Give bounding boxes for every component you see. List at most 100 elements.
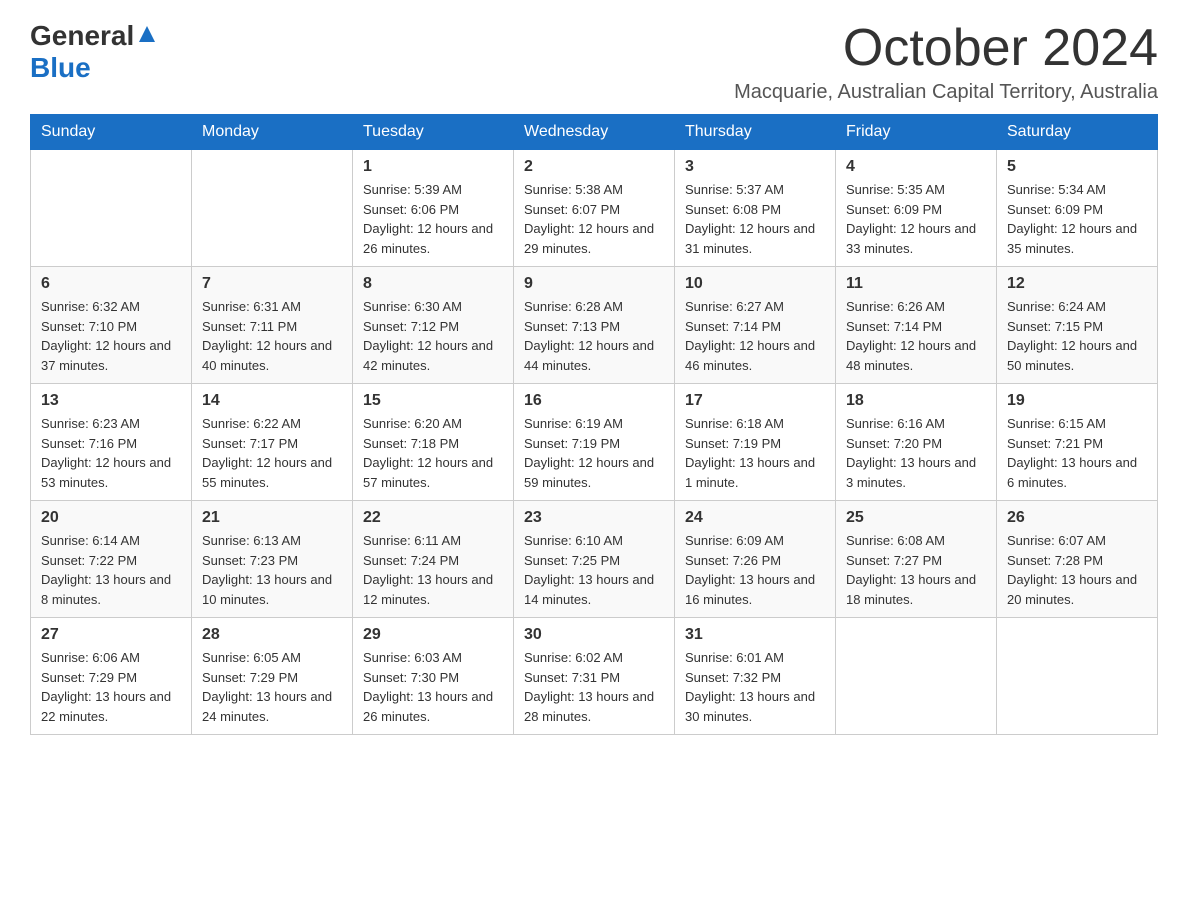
calendar-cell-w4-d4: 23Sunrise: 6:10 AMSunset: 7:25 PMDayligh… [514, 501, 675, 618]
calendar-cell-w1-d7: 5 Sunrise: 5:34 AMSunset: 6:09 PMDaylight… [997, 150, 1158, 267]
week-row-1: 1 Sunrise: 5:39 AMSunset: 6:06 PMDaylight… [31, 150, 1158, 267]
day-number: 26 [1007, 509, 1147, 527]
day-number: 22 [363, 509, 503, 527]
week-row-3: 13 Sunrise: 6:23 AMSunset: 7:16 PMDayligh… [31, 384, 1158, 501]
day-info: Sunrise: 6:30 AMSunset: 7:12 PMDaylight:… [363, 297, 503, 375]
day-number: 28 [202, 626, 342, 644]
day-info: Sunrise: 6:22 AMSunset: 7:17 PMDaylight:… [202, 414, 342, 492]
day-number: 6 [41, 275, 181, 293]
day-number: 13 [41, 392, 181, 410]
day-info: Sunrise: 5:37 AMSunset: 6:08 PMDaylight:… [685, 180, 825, 258]
calendar-cell-w2-d5: 10 Sunrise: 6:27 AMSunset: 7:14 PMDayligh… [675, 267, 836, 384]
day-number: 19 [1007, 392, 1147, 410]
logo-triangle-icon [137, 24, 157, 44]
calendar-cell-w5-d1: 27Sunrise: 6:06 AMSunset: 7:29 PMDayligh… [31, 618, 192, 735]
day-info: Sunrise: 6:31 AMSunset: 7:11 PMDaylight:… [202, 297, 342, 375]
day-number: 8 [363, 275, 503, 293]
day-number: 11 [846, 275, 986, 293]
calendar-cell-w1-d6: 4Sunrise: 5:35 AMSunset: 6:09 PMDaylight… [836, 150, 997, 267]
calendar-cell-w4-d5: 24Sunrise: 6:09 AMSunset: 7:26 PMDayligh… [675, 501, 836, 618]
calendar-cell-w2-d6: 11 Sunrise: 6:26 AMSunset: 7:14 PMDayligh… [836, 267, 997, 384]
calendar-cell-w3-d5: 17 Sunrise: 6:18 AMSunset: 7:19 PMDayligh… [675, 384, 836, 501]
calendar-table: Sunday Monday Tuesday Wednesday Thursday… [30, 114, 1158, 735]
month-title: October 2024 [734, 20, 1158, 77]
calendar-cell-w3-d3: 15 Sunrise: 6:20 AMSunset: 7:18 PMDayligh… [353, 384, 514, 501]
calendar-cell-w1-d1 [31, 150, 192, 267]
day-info: Sunrise: 6:24 AMSunset: 7:15 PMDaylight:… [1007, 297, 1147, 375]
day-number: 14 [202, 392, 342, 410]
day-info: Sunrise: 6:23 AMSunset: 7:16 PMDaylight:… [41, 414, 181, 492]
day-number: 10 [685, 275, 825, 293]
calendar-cell-w4-d7: 26 Sunrise: 6:07 AMSunset: 7:28 PMDayligh… [997, 501, 1158, 618]
day-info: Sunrise: 6:01 AMSunset: 7:32 PMDaylight:… [685, 648, 825, 726]
day-number: 16 [524, 392, 664, 410]
calendar-cell-w2-d4: 9 Sunrise: 6:28 AMSunset: 7:13 PMDaylight… [514, 267, 675, 384]
day-info: Sunrise: 5:34 AMSunset: 6:09 PMDaylight:… [1007, 180, 1147, 258]
day-info: Sunrise: 6:13 AMSunset: 7:23 PMDaylight:… [202, 531, 342, 609]
day-info: Sunrise: 6:05 AMSunset: 7:29 PMDaylight:… [202, 648, 342, 726]
calendar-cell-w1-d5: 3Sunrise: 5:37 AMSunset: 6:08 PMDaylight… [675, 150, 836, 267]
calendar-cell-w3-d7: 19 Sunrise: 6:15 AMSunset: 7:21 PMDayligh… [997, 384, 1158, 501]
day-info: Sunrise: 6:11 AMSunset: 7:24 PMDaylight:… [363, 531, 503, 609]
calendar-cell-w3-d4: 16 Sunrise: 6:19 AMSunset: 7:19 PMDayligh… [514, 384, 675, 501]
day-number: 17 [685, 392, 825, 410]
day-number: 27 [41, 626, 181, 644]
header-thursday: Thursday [675, 115, 836, 150]
day-number: 4 [846, 158, 986, 176]
day-info: Sunrise: 6:26 AMSunset: 7:14 PMDaylight:… [846, 297, 986, 375]
day-number: 9 [524, 275, 664, 293]
calendar-cell-w2-d2: 7 Sunrise: 6:31 AMSunset: 7:11 PMDaylight… [192, 267, 353, 384]
calendar-cell-w4-d3: 22 Sunrise: 6:11 AMSunset: 7:24 PMDayligh… [353, 501, 514, 618]
day-number: 25 [846, 509, 986, 527]
calendar-cell-w3-d6: 18 Sunrise: 6:16 AMSunset: 7:20 PMDayligh… [836, 384, 997, 501]
calendar-cell-w2-d3: 8 Sunrise: 6:30 AMSunset: 7:12 PMDaylight… [353, 267, 514, 384]
day-info: Sunrise: 6:20 AMSunset: 7:18 PMDaylight:… [363, 414, 503, 492]
calendar-cell-w5-d6 [836, 618, 997, 735]
day-number: 29 [363, 626, 503, 644]
header-friday: Friday [836, 115, 997, 150]
calendar-cell-w3-d2: 14 Sunrise: 6:22 AMSunset: 7:17 PMDayligh… [192, 384, 353, 501]
calendar-cell-w4-d1: 20Sunrise: 6:14 AMSunset: 7:22 PMDayligh… [31, 501, 192, 618]
day-number: 15 [363, 392, 503, 410]
day-info: Sunrise: 6:15 AMSunset: 7:21 PMDaylight:… [1007, 414, 1147, 492]
calendar-cell-w3-d1: 13 Sunrise: 6:23 AMSunset: 7:16 PMDayligh… [31, 384, 192, 501]
day-number: 31 [685, 626, 825, 644]
logo-general-text: General [30, 20, 134, 52]
header-wednesday: Wednesday [514, 115, 675, 150]
day-number: 30 [524, 626, 664, 644]
day-number: 5 [1007, 158, 1147, 176]
day-number: 2 [524, 158, 664, 176]
day-number: 12 [1007, 275, 1147, 293]
calendar-cell-w4-d2: 21 Sunrise: 6:13 AMSunset: 7:23 PMDayligh… [192, 501, 353, 618]
day-info: Sunrise: 5:38 AMSunset: 6:07 PMDaylight:… [524, 180, 664, 258]
calendar-cell-w5-d3: 29Sunrise: 6:03 AMSunset: 7:30 PMDayligh… [353, 618, 514, 735]
calendar-cell-w5-d5: 31 Sunrise: 6:01 AMSunset: 7:32 PMDayligh… [675, 618, 836, 735]
day-number: 18 [846, 392, 986, 410]
week-row-2: 6Sunrise: 6:32 AMSunset: 7:10 PMDaylight… [31, 267, 1158, 384]
location-title: Macquarie, Australian Capital Territory,… [734, 81, 1158, 104]
day-info: Sunrise: 6:10 AMSunset: 7:25 PMDaylight:… [524, 531, 664, 609]
calendar-cell-w4-d6: 25Sunrise: 6:08 AMSunset: 7:27 PMDayligh… [836, 501, 997, 618]
calendar-cell-w1-d2 [192, 150, 353, 267]
day-info: Sunrise: 5:39 AMSunset: 6:06 PMDaylight:… [363, 180, 503, 258]
day-info: Sunrise: 6:16 AMSunset: 7:20 PMDaylight:… [846, 414, 986, 492]
calendar-cell-w5-d7 [997, 618, 1158, 735]
day-number: 21 [202, 509, 342, 527]
day-info: Sunrise: 6:18 AMSunset: 7:19 PMDaylight:… [685, 414, 825, 492]
day-info: Sunrise: 6:07 AMSunset: 7:28 PMDaylight:… [1007, 531, 1147, 609]
day-number: 24 [685, 509, 825, 527]
calendar-cell-w2-d7: 12 Sunrise: 6:24 AMSunset: 7:15 PMDayligh… [997, 267, 1158, 384]
day-info: Sunrise: 6:28 AMSunset: 7:13 PMDaylight:… [524, 297, 664, 375]
day-number: 1 [363, 158, 503, 176]
page-container: General Blue October 2024 Macquarie, Aus… [30, 20, 1158, 735]
weekday-header-row: Sunday Monday Tuesday Wednesday Thursday… [31, 115, 1158, 150]
day-number: 7 [202, 275, 342, 293]
calendar-cell-w5-d2: 28 Sunrise: 6:05 AMSunset: 7:29 PMDayligh… [192, 618, 353, 735]
day-number: 20 [41, 509, 181, 527]
calendar-cell-w1-d3: 1 Sunrise: 5:39 AMSunset: 6:06 PMDaylight… [353, 150, 514, 267]
day-info: Sunrise: 6:19 AMSunset: 7:19 PMDaylight:… [524, 414, 664, 492]
header-monday: Monday [192, 115, 353, 150]
day-info: Sunrise: 6:27 AMSunset: 7:14 PMDaylight:… [685, 297, 825, 375]
calendar-cell-w2-d1: 6Sunrise: 6:32 AMSunset: 7:10 PMDaylight… [31, 267, 192, 384]
header-sunday: Sunday [31, 115, 192, 150]
